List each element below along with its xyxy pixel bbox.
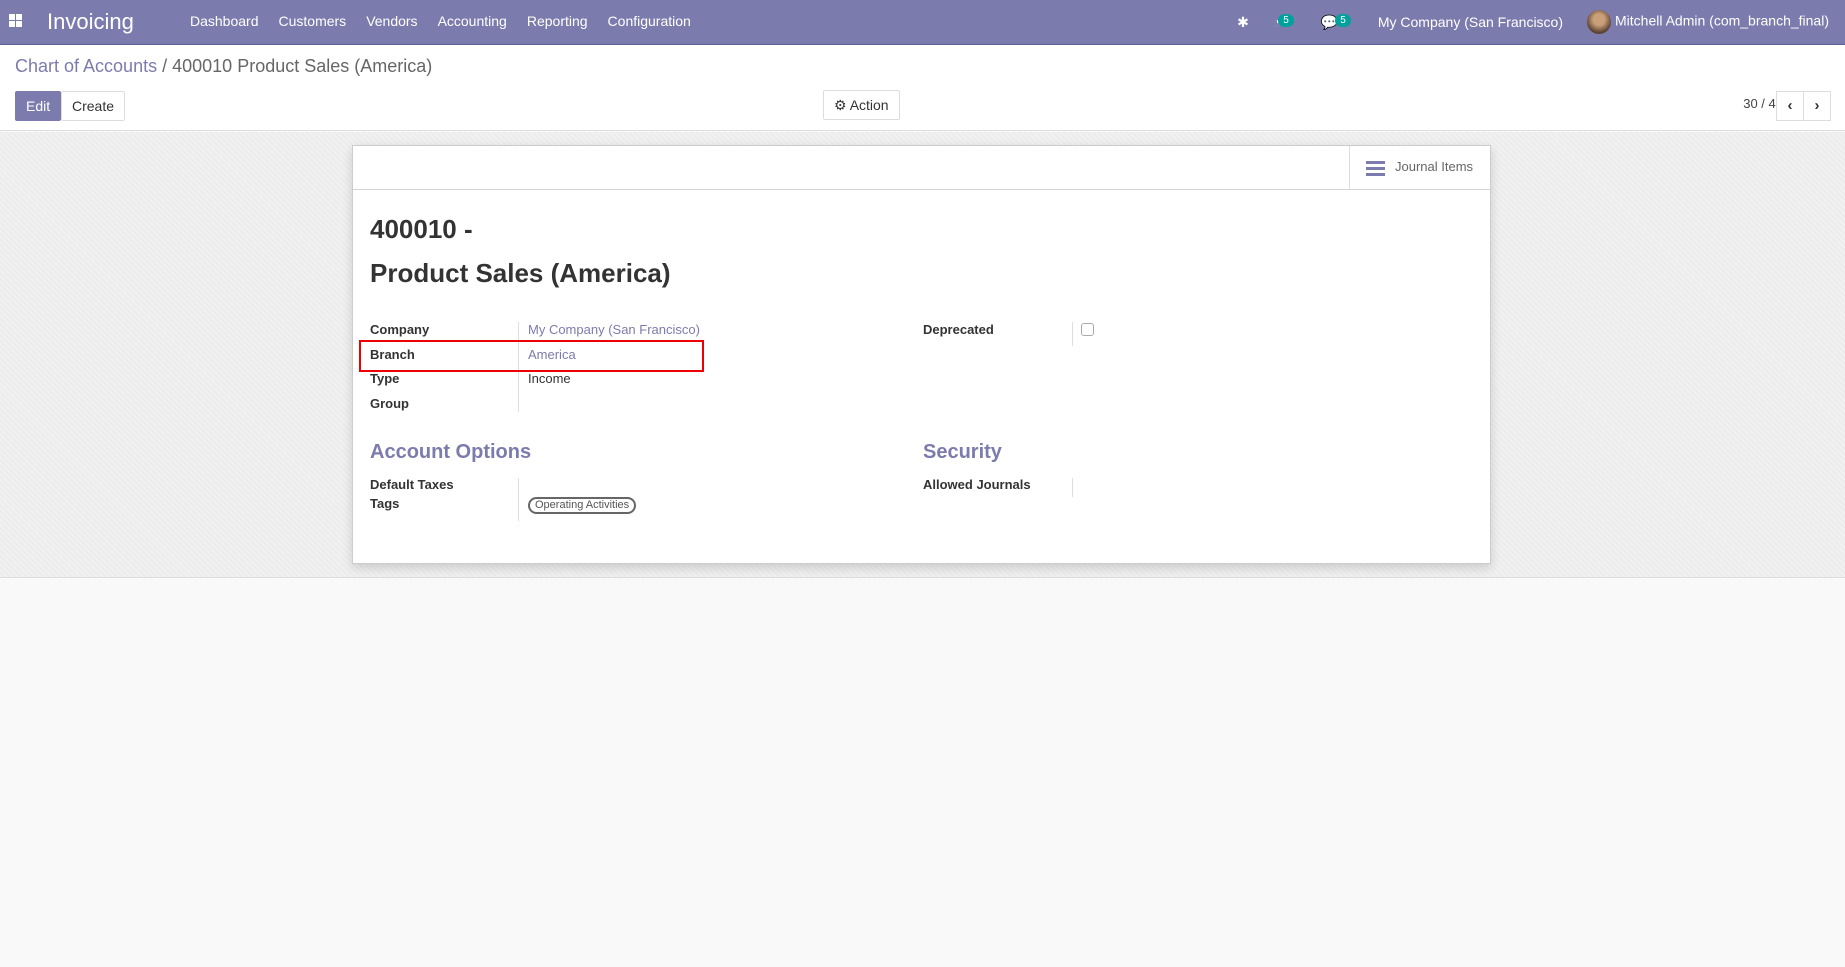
pager-next-button[interactable]: › — [1803, 91, 1831, 121]
apps-menu-icon[interactable] — [9, 14, 22, 27]
messages-badge: 5 — [1335, 13, 1351, 27]
company-switcher[interactable]: My Company (San Francisco) — [1378, 14, 1563, 30]
tag-badge: Operating Activities — [528, 497, 637, 514]
account-name: Product Sales (America) — [370, 258, 671, 288]
user-name: Mitchell Admin (com_branch_final) — [1615, 12, 1829, 29]
journal-items-button[interactable]: Journal Items — [1349, 146, 1490, 189]
avatar — [1587, 10, 1612, 34]
breadcrumb-current: 400010 Product Sales (America) — [172, 56, 433, 76]
breadcrumb: Chart of Accounts / 400010 Product Sales… — [15, 56, 432, 77]
activity-badge: 5 — [1278, 14, 1294, 27]
deprecated-checkbox[interactable] — [1081, 323, 1094, 336]
default-taxes-label: Default Taxes — [370, 477, 454, 492]
journal-items-label: Journal Items — [1395, 159, 1474, 174]
create-button[interactable]: Create — [61, 91, 126, 121]
group-label: Group — [370, 396, 409, 411]
form-sheet: Journal Items 400010 - Product Sales (Am… — [352, 145, 1491, 564]
highlight-box — [359, 340, 704, 372]
edit-button[interactable]: Edit — [15, 91, 62, 121]
breadcrumb-chart-of-accounts[interactable]: Chart of Accounts — [15, 56, 157, 76]
list-icon — [1366, 161, 1385, 176]
tags-label: Tags — [370, 496, 400, 511]
pager-previous-button[interactable]: ‹ — [1776, 91, 1804, 121]
menu-customers[interactable]: Customers — [279, 13, 347, 29]
allowed-journals-label: Allowed Journals — [923, 477, 1031, 492]
account-code: 400010 - — [370, 214, 473, 244]
action-label: Action — [849, 97, 889, 113]
gear-icon: ⚙ — [834, 97, 847, 113]
menu-dashboard[interactable]: Dashboard — [190, 13, 259, 29]
menu-reporting[interactable]: Reporting — [527, 13, 588, 29]
type-value: Income — [528, 371, 571, 386]
debug-bug-icon[interactable]: ✱ — [1237, 14, 1249, 31]
menu-vendors[interactable]: Vendors — [366, 13, 417, 29]
button-box: Journal Items — [353, 146, 1490, 190]
account-options-title: Account Options — [370, 441, 532, 463]
user-menu[interactable]: Mitchell Admin (com_branch_final) — [1587, 10, 1829, 34]
control-panel: Chart of Accounts / 400010 Product Sales… — [0, 45, 1845, 131]
deprecated-label: Deprecated — [923, 322, 994, 337]
messages-button[interactable]: 💬 5 — [1321, 13, 1354, 31]
top-navbar: Invoicing Dashboard Customers Vendors Ac… — [0, 0, 1845, 45]
action-button[interactable]: ⚙ Action — [823, 90, 900, 120]
company-label: Company — [370, 322, 430, 337]
menu-accounting[interactable]: Accounting — [438, 13, 507, 29]
company-value[interactable]: My Company (San Francisco) — [528, 322, 700, 337]
security-title: Security — [923, 441, 1002, 463]
app-title[interactable]: Invoicing — [47, 9, 134, 35]
type-label: Type — [370, 371, 400, 386]
activity-button[interactable]: ◔ 5 — [1273, 14, 1297, 30]
menu-configuration[interactable]: Configuration — [608, 13, 691, 29]
breadcrumb-separator: / — [162, 56, 168, 76]
